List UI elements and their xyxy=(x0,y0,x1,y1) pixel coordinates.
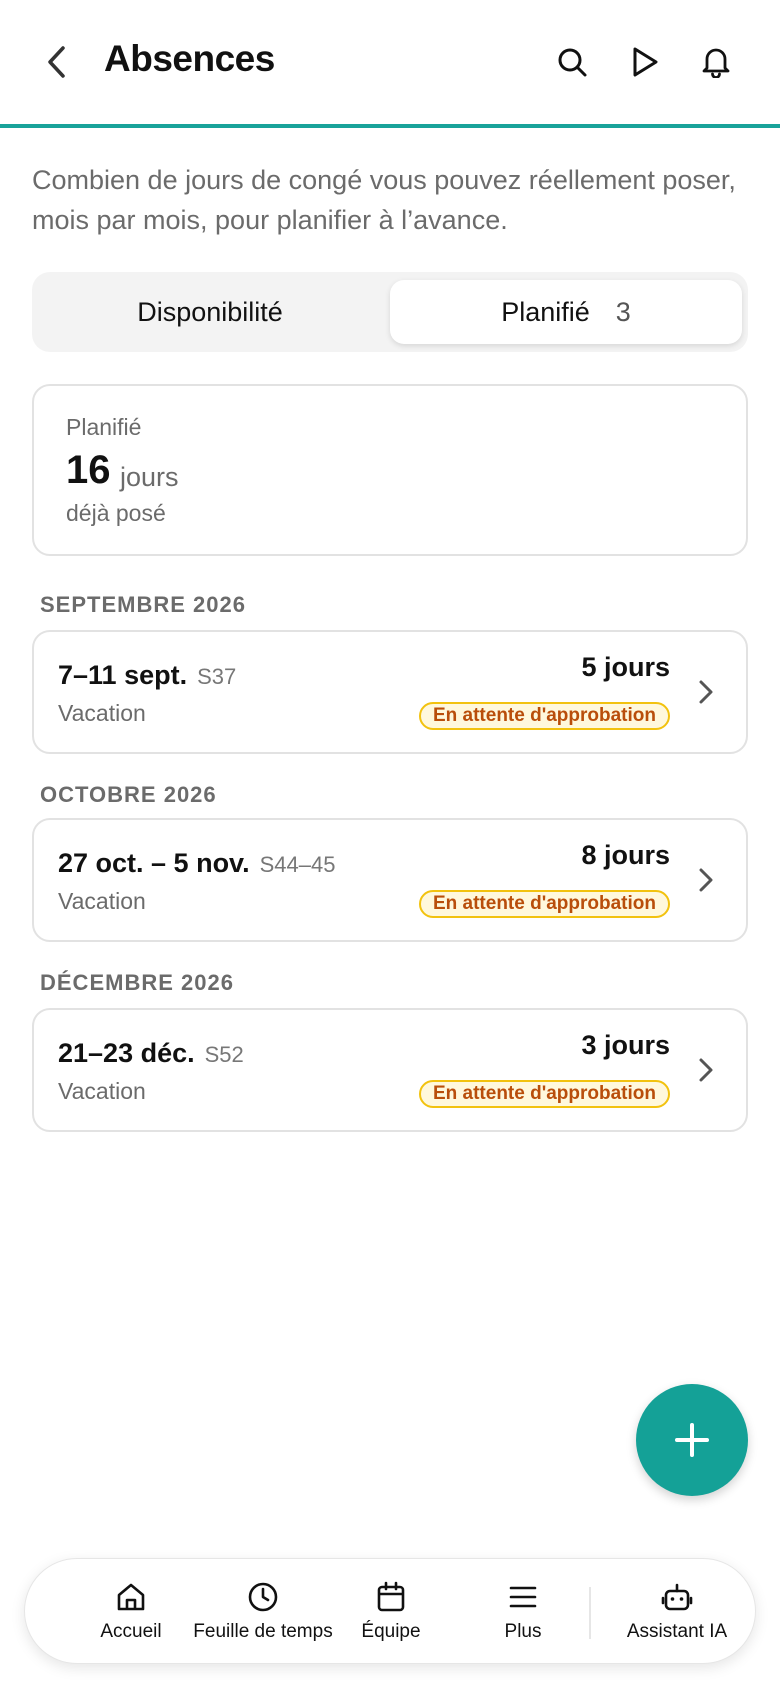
nav-item-equipe[interactable]: Équipe xyxy=(331,1579,451,1649)
add-absence-button[interactable] xyxy=(636,1384,748,1496)
tab-label: Planifié xyxy=(501,296,590,327)
absence-type: Vacation xyxy=(58,700,146,726)
absence-dates: 21–23 déc. S52 xyxy=(58,1038,244,1068)
search-icon xyxy=(558,48,587,77)
status-badge: En attente d'approbation xyxy=(418,1080,670,1108)
tab-count: 3 xyxy=(615,296,631,327)
summary-subtitle: déjà posé xyxy=(66,500,166,526)
nav-item-plus[interactable]: Plus xyxy=(463,1579,583,1649)
planned-summary-card: Planifié 16 jours déjà posé xyxy=(32,384,748,556)
summary-unit: jours xyxy=(120,462,179,492)
absence-days: 3 jours xyxy=(581,1030,670,1060)
home-icon xyxy=(117,1583,145,1611)
chevron-right-icon xyxy=(694,864,718,896)
bell-icon xyxy=(702,48,730,78)
search-button[interactable] xyxy=(550,40,594,84)
tab-disponibilite[interactable]: Disponibilité xyxy=(40,280,380,344)
absence-dates: 27 oct. – 5 nov. S44–45 xyxy=(58,848,336,878)
nav-label: Assistant IA xyxy=(626,1621,728,1642)
calendar-icon xyxy=(377,1581,405,1612)
month-header: SEPTEMBRE 2026 xyxy=(40,592,246,617)
status-badge: En attente d'approbation xyxy=(418,702,670,730)
absence-days: 5 jours xyxy=(581,652,670,682)
absence-dates: 7–11 sept. S37 xyxy=(58,660,237,690)
nav-label: Feuille de temps xyxy=(193,1621,333,1642)
absence-week: S44–45 xyxy=(259,852,336,877)
menu-icon xyxy=(509,1586,537,1608)
clock-icon xyxy=(248,1582,278,1612)
month-header: DÉCEMBRE 2026 xyxy=(40,970,234,995)
robot-icon xyxy=(661,1583,693,1611)
page-title: Absences xyxy=(104,38,275,79)
nav-item-assistant-ia[interactable]: Assistant IA xyxy=(607,1579,747,1649)
absence-type: Vacation xyxy=(58,1078,146,1104)
nav-label: Plus xyxy=(504,1621,542,1642)
absence-card[interactable]: 21–23 déc. S52 Vacation 3 jours En attent… xyxy=(32,1008,748,1132)
play-icon xyxy=(633,47,658,77)
tab-label: Disponibilité xyxy=(137,296,283,327)
absence-week: S52 xyxy=(204,1042,244,1067)
summary-label: Planifié xyxy=(66,414,142,440)
nav-label: Équipe xyxy=(361,1621,421,1642)
chevron-right-icon xyxy=(694,676,718,708)
absence-type: Vacation xyxy=(58,888,146,914)
month-header: OCTOBRE 2026 xyxy=(40,782,217,807)
notifications-button[interactable] xyxy=(694,40,738,84)
absence-card[interactable]: 27 oct. – 5 nov. S44–45 Vacation 8 jours … xyxy=(32,818,748,942)
play-button[interactable] xyxy=(623,40,667,84)
page-description: Combien de jours de congé vous pouvez ré… xyxy=(32,165,736,235)
view-segmented-control: Disponibilité Planifié 3 xyxy=(32,272,748,352)
absence-days: 8 jours xyxy=(581,840,670,870)
bottom-navigation: Accueil Feuille de temps Équipe Plus Ass… xyxy=(24,1558,756,1664)
back-button[interactable] xyxy=(36,40,76,84)
tab-planifie[interactable]: Planifié 3 xyxy=(390,280,742,344)
nav-label: Accueil xyxy=(100,1621,162,1642)
absence-card[interactable]: 7–11 sept. S37 Vacation 5 jours En attent… xyxy=(32,630,748,754)
nav-divider xyxy=(589,1587,591,1639)
absence-week: S37 xyxy=(197,664,237,689)
chevron-right-icon xyxy=(694,1054,718,1086)
status-badge: En attente d'approbation xyxy=(418,890,670,918)
chevron-left-icon xyxy=(48,46,65,78)
app-header: Absences xyxy=(0,0,780,128)
summary-value: 16 xyxy=(66,448,111,492)
plus-icon xyxy=(675,1423,709,1457)
